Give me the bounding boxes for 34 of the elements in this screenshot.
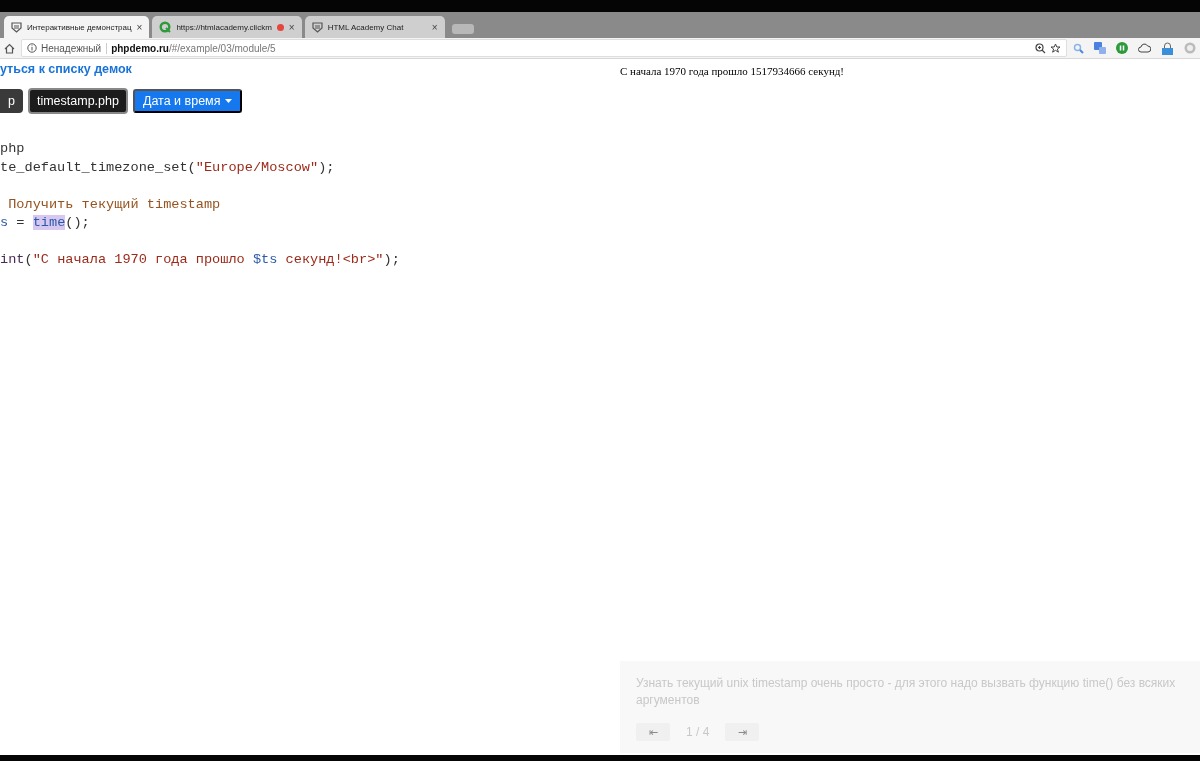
code-line: s = time();	[0, 215, 90, 230]
caret-icon	[225, 99, 233, 103]
home-icon[interactable]	[4, 42, 15, 54]
tab-title: https://htmlacademy.clickm	[176, 22, 272, 32]
close-icon[interactable]: ×	[288, 21, 295, 33]
output-text: С начала 1970 года прошло 1517934666 секунд!	[620, 65, 845, 77]
code-line: Получить текущий timestamp	[7, 196, 221, 212]
code-line: te_default_timezone_set("Europe/Moscow");	[0, 159, 335, 175]
file-tab[interactable]: timestamp.php	[27, 88, 128, 114]
translate-icon[interactable]	[1094, 42, 1106, 54]
tab-title: Интерактивные демонстрац	[27, 22, 132, 32]
address-bar[interactable]: Ненадежный phpdemo.ru/#/example/03/module/5	[21, 39, 1067, 57]
search-icon[interactable]	[1073, 42, 1084, 54]
pause-icon[interactable]	[1116, 42, 1128, 54]
tab-title: HTML Academy Chat	[327, 22, 405, 32]
file-tab[interactable]: p	[0, 89, 23, 113]
back-link[interactable]: уться к списку демок	[0, 62, 132, 76]
shield-icon	[311, 21, 323, 33]
star-icon[interactable]	[1050, 42, 1061, 54]
zoom-icon[interactable]	[1035, 42, 1046, 54]
cloud-icon[interactable]	[1138, 43, 1151, 53]
topic-dropdown[interactable]: Дата и время	[132, 89, 243, 113]
shield-icon	[11, 21, 22, 33]
code-line: php	[0, 141, 25, 156]
close-icon[interactable]: ×	[431, 21, 438, 33]
browser-tab[interactable]: Интерактивные демонстрац ×	[4, 16, 150, 38]
url-text: phpdemo.ru/#/example/03/module/5	[111, 42, 276, 54]
browser-tab[interactable]: https://htmlacademy.clickm ×	[152, 16, 302, 38]
info-icon[interactable]	[27, 43, 37, 53]
lock-icon[interactable]	[1161, 41, 1174, 55]
browser-tab[interactable]: HTML Academy Chat ×	[304, 16, 445, 38]
security-label: Ненадежный	[41, 42, 108, 54]
close-icon[interactable]: ×	[136, 21, 143, 33]
code-line: int("С начала 1970 года прошло $ts секунд!<br>");	[0, 252, 400, 267]
